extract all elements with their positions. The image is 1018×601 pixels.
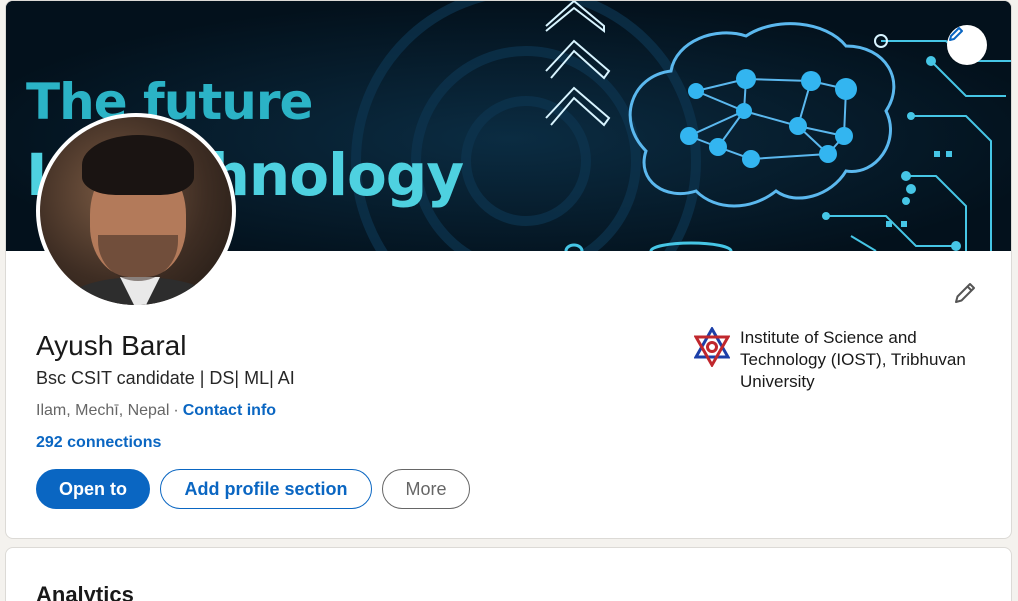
edit-banner-button[interactable] [947,25,987,65]
contact-info-link[interactable]: Contact info [183,402,276,420]
avatar-hair [82,135,194,195]
location-row: Ilam, Mechī, Nepal · Contact info [36,402,276,420]
profile-card: The future In Technology Ayush Baral Bsc… [5,0,1012,539]
more-button[interactable]: More [382,469,470,509]
connections-link[interactable]: 292 connections [36,434,161,452]
education-link[interactable]: Institute of Science and Technology (IOS… [694,327,990,393]
add-profile-section-button[interactable]: Add profile section [160,469,372,509]
location-separator: · [173,402,179,419]
profile-location: Ilam, Mechī, Nepal [36,402,170,419]
education-name: Institute of Science and Technology (IOS… [740,328,966,391]
analytics-title: Analytics [36,582,134,601]
edit-intro-button[interactable] [949,277,981,309]
university-seal-icon [694,327,730,367]
avatar-beard [98,235,178,281]
profile-headline: Bsc CSIT candidate | DS| ML| AI [36,368,295,388]
pencil-icon [949,27,963,41]
pencil-icon [955,283,975,303]
profile-actions: Open to Add profile section More [36,469,470,509]
analytics-card: Analytics [5,547,1012,601]
open-to-button[interactable]: Open to [36,469,150,509]
profile-photo[interactable] [36,113,236,309]
profile-name: Ayush Baral [36,330,187,361]
